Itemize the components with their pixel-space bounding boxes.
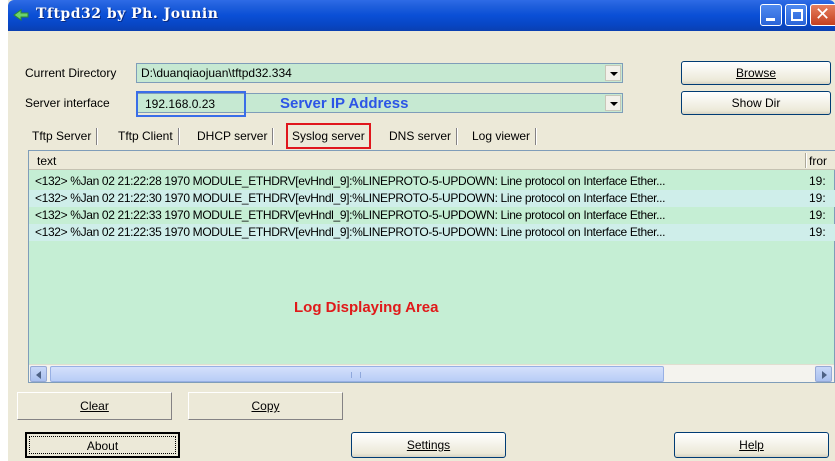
log-row-from: 19: xyxy=(809,208,826,222)
log-row-text: <132> %Jan 02 21:22:35 1970 MODULE_ETHDR… xyxy=(35,225,666,239)
log-row-from: 19: xyxy=(809,225,826,239)
log-row[interactable]: <132> %Jan 02 21:22:33 1970 MODULE_ETHDR… xyxy=(29,207,835,224)
maximize-icon xyxy=(791,9,803,21)
show-dir-button[interactable]: Show Dir xyxy=(681,91,831,115)
syslog-log-panel[interactable]: text fror <132> %Jan 02 21:22:28 1970 MO… xyxy=(28,150,835,383)
log-row[interactable]: <132> %Jan 02 21:22:35 1970 MODULE_ETHDR… xyxy=(29,224,835,241)
horizontal-scrollbar[interactable] xyxy=(29,364,834,382)
minimize-button[interactable] xyxy=(760,4,782,26)
about-button-label: About xyxy=(86,439,119,453)
copy-button-label: Copy xyxy=(251,399,280,413)
log-row-text: <132> %Jan 02 21:22:33 1970 MODULE_ETHDR… xyxy=(35,208,666,222)
tab-dhcp-server[interactable]: DHCP server xyxy=(193,125,274,149)
log-row[interactable]: <132> %Jan 02 21:22:28 1970 MODULE_ETHDR… xyxy=(29,173,835,190)
log-row-from: 19: xyxy=(809,191,826,205)
browse-button-label: Browse xyxy=(735,66,776,80)
settings-button[interactable]: Settings xyxy=(351,432,506,458)
log-column-header: text fror xyxy=(29,151,835,170)
grip-icon xyxy=(351,372,361,378)
log-row-text: <132> %Jan 02 21:22:30 1970 MODULE_ETHDR… xyxy=(35,191,666,205)
tab-log-viewer[interactable]: Log viewer xyxy=(468,125,537,149)
copy-button[interactable]: Copy xyxy=(188,392,343,420)
window-title: Tftpd32 by Ph. Jounin xyxy=(36,6,219,22)
scrollbar-thumb[interactable] xyxy=(50,366,664,382)
column-text-header[interactable]: text xyxy=(37,154,56,168)
about-button[interactable]: About xyxy=(25,432,180,458)
column-divider[interactable] xyxy=(805,153,807,168)
clear-button[interactable]: Clear xyxy=(17,392,172,420)
current-directory-select[interactable]: D:\duanqiaojuan\tftpd32.334 xyxy=(136,63,623,83)
maximize-button[interactable] xyxy=(785,4,807,26)
arrow-right-icon[interactable] xyxy=(815,366,832,382)
tab-dns-server[interactable]: DNS server xyxy=(385,125,458,149)
server-interface-label: Server interface xyxy=(25,96,110,110)
log-row[interactable]: <132> %Jan 02 21:22:30 1970 MODULE_ETHDR… xyxy=(29,190,835,207)
chevron-down-icon[interactable] xyxy=(605,95,621,111)
help-button[interactable]: Help xyxy=(674,432,829,458)
current-directory-label: Current Directory xyxy=(25,66,117,80)
show-dir-button-label: Show Dir xyxy=(731,96,781,110)
log-row-from: 19: xyxy=(809,174,826,188)
tab-tftp-server[interactable]: Tftp Server xyxy=(28,125,98,149)
tftpd-app-icon xyxy=(13,9,29,21)
chevron-down-icon[interactable] xyxy=(605,65,621,81)
close-icon: ✕ xyxy=(815,4,831,25)
log-area-annotation: Log Displaying Area xyxy=(294,299,439,316)
column-from-header[interactable]: fror xyxy=(809,154,827,168)
tab-tftp-client[interactable]: Tftp Client xyxy=(114,125,179,149)
close-button[interactable]: ✕ xyxy=(810,4,835,26)
arrow-left-icon[interactable] xyxy=(30,366,47,382)
server-ip-highlight-box xyxy=(136,91,246,117)
clear-button-label: Clear xyxy=(80,399,109,413)
minimize-icon xyxy=(766,18,775,21)
tab-syslog-server[interactable]: Syslog server xyxy=(286,123,371,149)
title-bar[interactable]: Tftpd32 by Ph. Jounin ✕ xyxy=(8,0,835,31)
browse-button[interactable]: Browse xyxy=(681,61,831,85)
app-window: Tftpd32 by Ph. Jounin ✕ Current Director… xyxy=(8,0,835,461)
current-directory-value: D:\duanqiaojuan\tftpd32.334 xyxy=(141,66,292,80)
help-button-label: Help xyxy=(739,438,764,452)
log-row-text: <132> %Jan 02 21:22:28 1970 MODULE_ETHDR… xyxy=(35,174,666,188)
server-ip-annotation: Server IP Address xyxy=(280,95,409,112)
settings-button-label: Settings xyxy=(406,438,451,452)
